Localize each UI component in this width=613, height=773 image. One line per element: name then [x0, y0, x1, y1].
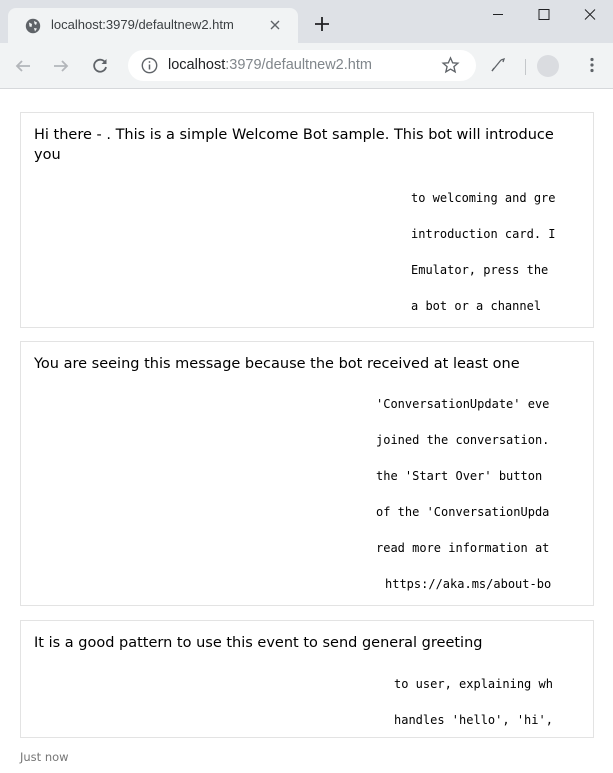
url-host: localhost	[168, 57, 226, 73]
tab-strip: localhost:3979/defaultnew2.htm	[0, 0, 613, 43]
globe-icon	[25, 18, 41, 34]
message-text: It is a good pattern to use this event t…	[34, 635, 483, 651]
url-text: localhost:3979/defaultnew2.htm	[168, 57, 372, 73]
new-tab-icon[interactable]	[314, 16, 330, 32]
tab-title: localhost:3979/defaultnew2.htm	[51, 17, 234, 32]
extension-icon[interactable]	[489, 56, 507, 74]
url-path: :3979/defaultnew2.htm	[225, 57, 372, 73]
message-timestamp: Just now	[20, 750, 69, 764]
code-line: to user, explaining wh	[394, 677, 553, 691]
menu-dots-icon[interactable]	[583, 56, 601, 74]
bot-message: You are seeing this message because the …	[20, 341, 594, 606]
minimize-icon[interactable]	[475, 0, 521, 30]
code-line: read more information at	[376, 541, 550, 555]
message-text: Hi there - . This is a simple Welcome Bo…	[34, 127, 554, 163]
code-line: introduction card. I	[411, 227, 556, 241]
toolbar-separator	[525, 59, 526, 75]
code-line: https://aka.ms/about-bo	[385, 577, 552, 591]
bookmark-star-icon[interactable]	[441, 56, 460, 75]
message-text: You are seeing this message because the …	[34, 356, 520, 372]
code-line: of the 'ConversationUpda	[376, 505, 550, 519]
close-tab-icon[interactable]	[267, 17, 283, 33]
forward-arrow-icon[interactable]	[52, 57, 70, 75]
code-line: the 'Start Over' button	[376, 469, 543, 483]
back-arrow-icon[interactable]	[14, 57, 32, 75]
profile-avatar-icon[interactable]	[537, 55, 559, 77]
code-line: Emulator, press the	[411, 263, 549, 277]
info-icon[interactable]	[141, 57, 158, 74]
reload-icon[interactable]	[91, 57, 109, 75]
bot-message: It is a good pattern to use this event t…	[20, 620, 594, 738]
code-line: handles 'hello', 'hi',	[394, 713, 553, 727]
maximize-icon[interactable]	[521, 0, 567, 30]
browser-tab[interactable]: localhost:3979/defaultnew2.htm	[8, 8, 298, 43]
code-line: 'ConversationUpdate' eve	[376, 397, 550, 411]
close-window-icon[interactable]	[567, 0, 613, 30]
address-bar[interactable]: localhost:3979/defaultnew2.htm	[128, 50, 476, 81]
code-line: joined the conversation.	[376, 433, 550, 447]
browser-toolbar: localhost:3979/defaultnew2.htm	[0, 43, 613, 89]
bot-message: Hi there - . This is a simple Welcome Bo…	[20, 112, 594, 328]
code-line: to welcoming and gre	[411, 191, 556, 205]
page-content: Hi there - . This is a simple Welcome Bo…	[0, 89, 613, 773]
code-line: a bot or a channel	[411, 299, 542, 313]
